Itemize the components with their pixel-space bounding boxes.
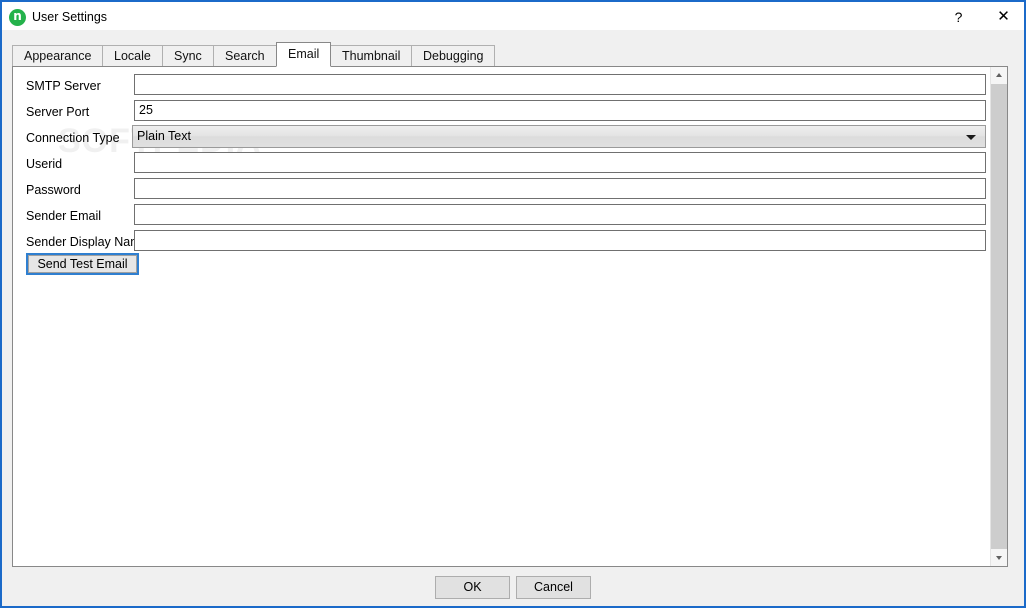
tab-email[interactable]: Email: [276, 42, 332, 67]
window-title: User Settings: [32, 10, 108, 24]
label-smtp-server: SMTP Server: [26, 79, 101, 93]
chevron-down-icon: [996, 556, 1002, 560]
label-connection-type: Connection Type: [26, 131, 120, 145]
tab-thumbnail[interactable]: Thumbnail: [330, 45, 413, 66]
tab-locale[interactable]: Locale: [102, 45, 163, 66]
label-sender-email: Sender Email: [26, 209, 102, 223]
label-password: Password: [26, 183, 81, 197]
scrollbar-up-button[interactable]: [991, 67, 1007, 84]
smtp-server-input[interactable]: [134, 74, 986, 95]
field-row-sender-display-name: Sender Display Name: [13, 229, 1009, 255]
tab-search[interactable]: Search: [213, 45, 277, 66]
panel-scrollbar[interactable]: [990, 67, 1007, 566]
field-row-userid: Userid: [13, 151, 1009, 177]
cancel-button[interactable]: Cancel: [516, 576, 591, 599]
field-row-sender-email: Sender Email: [13, 203, 1009, 229]
server-port-input[interactable]: 25: [134, 100, 986, 121]
nextcloud-n-icon: n: [9, 9, 26, 26]
close-button[interactable]: ✕: [981, 2, 1024, 32]
password-input[interactable]: [134, 178, 986, 199]
label-sender-display-name: Sender Display Name: [26, 235, 148, 249]
sender-display-name-input[interactable]: [134, 230, 986, 251]
ok-button[interactable]: OK: [435, 576, 510, 599]
label-userid: Userid: [26, 157, 63, 171]
userid-input[interactable]: [134, 152, 986, 173]
title-bar: n User Settings ? ✕: [2, 0, 1024, 30]
send-test-email-button[interactable]: Send Test Email: [26, 253, 139, 275]
scrollbar-down-button[interactable]: [991, 549, 1007, 566]
help-button[interactable]: ?: [936, 2, 981, 32]
tab-sync[interactable]: Sync: [162, 45, 214, 66]
field-row-password: Password: [13, 177, 1009, 203]
tab-debugging[interactable]: Debugging: [411, 45, 496, 66]
connection-type-select[interactable]: Plain Text: [132, 125, 986, 148]
app-icon-glyph: n: [13, 9, 22, 23]
chevron-down-icon: [966, 135, 976, 140]
connection-type-value: Plain Text: [137, 129, 191, 143]
field-row-server-port: Server Port 25: [13, 99, 1009, 125]
label-server-port: Server Port: [26, 105, 90, 119]
send-test-email-label: Send Test Email: [28, 255, 137, 273]
field-row-smtp-server: SMTP Server: [13, 73, 1009, 99]
tab-appearance[interactable]: Appearance: [12, 45, 104, 66]
dialog-footer: OK Cancel: [2, 569, 1024, 606]
email-settings-panel: SOFTPEDIA® SMTP Server Server Port 25 Co…: [12, 66, 1008, 567]
settings-tab-strip: Appearance Locale Sync Search Email Thum…: [12, 42, 1008, 67]
field-row-connection-type: Connection Type Plain Text: [13, 125, 1009, 151]
scrollbar-thumb[interactable]: [991, 84, 1007, 550]
user-settings-window: n User Settings ? ✕ Appearance Locale Sy…: [0, 0, 1026, 608]
sender-email-input[interactable]: [134, 204, 986, 225]
chevron-up-icon: [996, 73, 1002, 77]
